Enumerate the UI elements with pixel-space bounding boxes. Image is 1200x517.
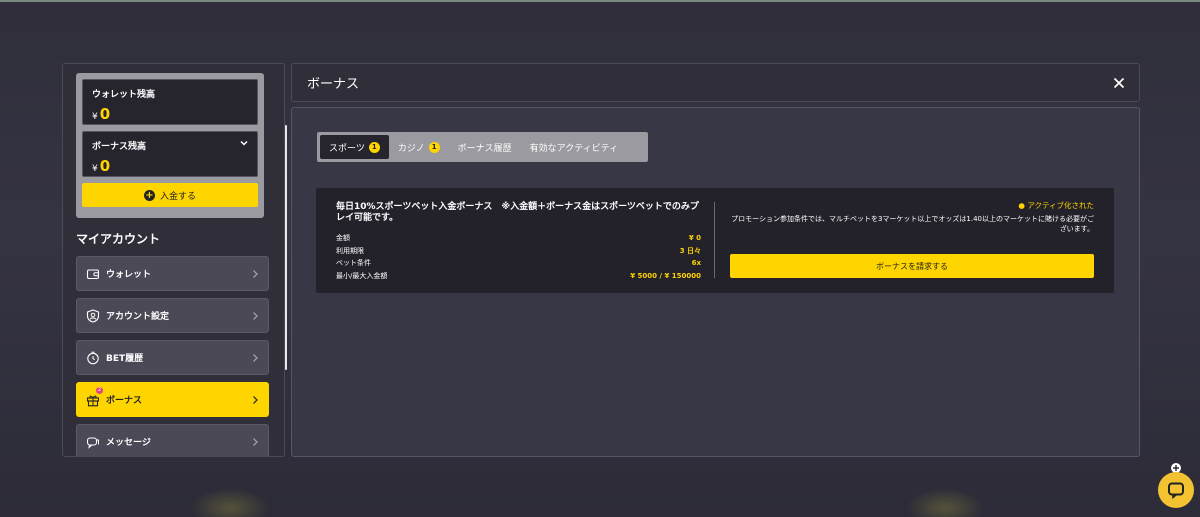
bonus-currency: ¥: [92, 164, 98, 174]
sidebar-item-bonus[interactable]: 2 ボーナス: [76, 382, 269, 417]
bonus-condition-text: プロモーション参加条件では、マルチベットを3マーケット以上でオッズは1.40以上…: [731, 215, 1094, 233]
row-value: 6x: [691, 259, 701, 267]
chevron-right-icon: [253, 396, 258, 404]
top-border-line: [0, 0, 1200, 2]
sidebar-item-label: ボーナス: [106, 396, 143, 406]
user-shield-icon: [86, 308, 100, 323]
bonus-balance-value: ¥0: [92, 156, 248, 175]
wallet-balance-card: ウォレット残高 ¥0: [82, 79, 258, 125]
tab-count-badge: 1: [368, 141, 380, 153]
bonus-balance-card[interactable]: ボーナス残高 ¥0: [82, 131, 258, 177]
bonus-tabs: スポーツ 1 カジノ 1 ボーナス履歴 有効なアクティビティ: [317, 132, 648, 162]
close-icon[interactable]: [1113, 77, 1125, 89]
deposit-button-label: 入金する: [159, 191, 196, 202]
tab-count-badge: 1: [428, 141, 440, 153]
wallet-balance-value: ¥0: [92, 104, 248, 123]
chevron-right-icon: [253, 312, 258, 320]
deposit-button[interactable]: + 入金する: [82, 183, 258, 207]
bonus-offer-rows: 金額 ¥ 0 利用期限 3 日々 ベット条件 6x 最小/最大入金額 ¥ 500…: [336, 232, 701, 282]
page-title: ボーナス: [307, 77, 360, 92]
sidebar-item-label: アカウント設定: [106, 312, 170, 322]
account-sidebar: ウォレット残高 ¥0 ボーナス残高 ¥0 + 入金する マイアカウント ウォレッ…: [62, 63, 285, 457]
bonus-offer-conditions: ● アクティブ化された プロモーション参加条件では、マルチベットを3マーケット以…: [730, 200, 1094, 234]
wallet-balance-label: ウォレット残高: [92, 90, 156, 100]
sidebar-item-label: メッセージ: [106, 438, 151, 448]
chevron-right-icon: [253, 438, 258, 446]
wallet-icon: [86, 267, 100, 281]
row-key: 金額: [336, 234, 350, 242]
status-badge: ● アクティブ化された: [1018, 201, 1094, 210]
chevron-down-icon[interactable]: [239, 138, 249, 148]
my-account-heading: マイアカウント: [76, 232, 161, 246]
bonus-panel-body: スポーツ 1 カジノ 1 ボーナス履歴 有効なアクティビティ 毎日10%スポーツ…: [291, 107, 1140, 457]
row-key: 利用期限: [336, 246, 364, 255]
chevron-right-icon: [253, 270, 258, 278]
tab-bonus-history[interactable]: ボーナス履歴: [449, 135, 521, 159]
bonus-row-amount: 金額 ¥ 0: [336, 232, 701, 245]
bonus-offer-title: 毎日10%スポーツベット入金ボーナス ※入金額＋ボーナス金はスポーツベットでのみ…: [336, 202, 699, 223]
tab-label: ボーナス履歴: [457, 143, 512, 154]
chat-icon: [86, 435, 100, 449]
row-value: ¥ 5000 / ¥ 150000: [630, 271, 701, 280]
row-key: 最小/最大入金額: [336, 271, 388, 280]
tab-casino[interactable]: カジノ 1: [389, 135, 449, 159]
sidebar-item-messages[interactable]: メッセージ: [76, 424, 269, 456]
sidebar-item-label: ウォレット: [106, 270, 152, 280]
row-key: ベット条件: [336, 259, 371, 267]
bonus-offer-details: 毎日10%スポーツベット入金ボーナス ※入金額＋ボーナス金はスポーツベットでのみ…: [336, 202, 701, 282]
row-value: 3 日々: [679, 246, 701, 255]
wallet-currency: ¥: [92, 112, 98, 122]
balance-box: ウォレット残高 ¥0 ボーナス残高 ¥0 + 入金する: [76, 73, 264, 218]
bonus-row-deposit-range: 最小/最大入金額 ¥ 5000 / ¥ 150000: [336, 270, 701, 283]
chevron-right-icon: [253, 354, 258, 362]
bonus-count-badge: 2: [96, 387, 103, 394]
sidebar-item-account-settings[interactable]: アカウント設定: [76, 298, 269, 333]
tab-sports[interactable]: スポーツ 1: [320, 135, 389, 159]
account-menu: ウォレット アカウント設定 BET履歴 2 ボーナス メッセージ: [76, 256, 269, 456]
bonus-row-expiry: 利用期限 3 日々: [336, 245, 701, 258]
bonus-panel-header: ボーナス: [291, 63, 1140, 102]
sidebar-item-wallet[interactable]: ウォレット: [76, 256, 269, 291]
bonus-offer-card: 毎日10%スポーツベット入金ボーナス ※入金額＋ボーナス金はスポーツベットでのみ…: [316, 188, 1114, 293]
gift-icon: [86, 393, 100, 407]
sidebar-item-label: BET履歴: [106, 354, 144, 364]
background-glow: [905, 488, 985, 517]
tab-label: カジノ: [397, 143, 425, 154]
plus-circle-icon: +: [143, 189, 155, 201]
card-divider: [714, 202, 715, 278]
sidebar-item-bet-history[interactable]: BET履歴: [76, 340, 269, 375]
claim-bonus-button[interactable]: ボーナスを請求する: [730, 254, 1094, 278]
tab-label: スポーツ: [329, 143, 365, 154]
wallet-amount: 0: [99, 105, 111, 123]
tab-label: 有効なアクティビティ: [529, 143, 619, 154]
row-value: ¥ 0: [688, 234, 701, 242]
sidebar-scrollbar[interactable]: [285, 125, 287, 370]
clock-icon: [86, 351, 100, 365]
bonus-amount: 0: [99, 157, 111, 175]
tab-active-activities[interactable]: 有効なアクティビティ: [521, 135, 627, 159]
live-chat-button[interactable]: [1158, 472, 1194, 508]
bonus-balance-label: ボーナス残高: [92, 142, 147, 152]
chat-bubble-icon: [1168, 482, 1184, 500]
background-glow: [190, 488, 270, 517]
bonus-row-wager: ベット条件 6x: [336, 257, 701, 270]
